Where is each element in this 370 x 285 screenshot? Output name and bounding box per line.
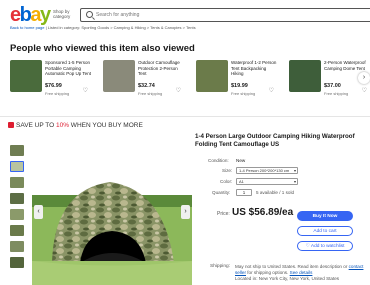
quantity-label: Quantity:	[212, 190, 231, 195]
gallery-thumbnail-selected[interactable]	[10, 161, 24, 172]
heart-icon[interactable]: ♡	[83, 87, 88, 94]
breadcrumb: Back to home page | Listed in category: …	[10, 25, 196, 30]
size-select[interactable]: 1-4 Person 200*200*130 cm	[236, 167, 298, 174]
gallery-thumbnail[interactable]	[10, 209, 24, 220]
tag-icon	[8, 122, 14, 128]
viewed-card-image[interactable]	[196, 60, 228, 92]
carousel-next-button[interactable]: ›	[358, 72, 370, 84]
add-to-cart-button[interactable]: Add to cart	[297, 226, 353, 236]
price-label: Price:	[217, 211, 230, 217]
item-location: Located in: New York City, New York, Uni…	[235, 276, 340, 281]
viewed-card-title[interactable]: Sponsored 1-5 Person Portable Camping Au…	[45, 60, 91, 77]
viewed-card-shipping: Free shipping	[138, 91, 163, 96]
viewed-card-price: $19.99	[231, 83, 248, 89]
tent-photo	[32, 180, 192, 285]
viewed-card-title[interactable]: Waterproof 1-2 Person Tent Backpacking H…	[231, 60, 277, 77]
search-bar[interactable]	[80, 8, 370, 22]
availability-text: 5 available / 1 sold	[256, 190, 295, 195]
viewed-card[interactable]: 2-Person Waterproof Camping Dome Tent $3…	[289, 58, 370, 110]
viewed-card-image[interactable]	[103, 60, 135, 92]
price-value: US $56.89/ea	[232, 207, 294, 218]
viewed-card-shipping: Free shipping	[231, 91, 256, 96]
gallery-thumbnails	[10, 145, 26, 273]
quantity-input[interactable]: 1	[236, 189, 252, 196]
gallery-thumbnail[interactable]	[10, 225, 24, 236]
back-to-home-link[interactable]: Back to home page	[10, 25, 44, 30]
viewed-card[interactable]: Outdoor Camouflage Protection 2-Person T…	[103, 58, 185, 110]
see-details-link[interactable]: See details	[290, 270, 313, 275]
viewed-card-price: $37.00	[324, 83, 341, 89]
ebay-logo[interactable]: ebay	[10, 4, 51, 26]
viewed-card-image[interactable]	[289, 60, 321, 92]
heart-icon[interactable]: ♡	[362, 87, 367, 94]
add-to-watchlist-button[interactable]: ♡ Add to watchlist	[297, 241, 353, 251]
gallery-thumbnail[interactable]	[10, 145, 24, 156]
also-viewed-carousel: Sponsored 1-5 Person Portable Camping Au…	[10, 58, 370, 110]
gallery-thumbnail[interactable]	[10, 257, 24, 268]
volume-discount-banner: SAVE UP TO 10% WHEN YOU BUY MORE	[8, 122, 143, 129]
also-viewed-title: People who viewed this item also viewed	[10, 43, 195, 54]
shipping-label: Shipping:	[210, 264, 231, 269]
gallery-thumbnail[interactable]	[10, 177, 24, 188]
shipping-info: May not ship to United States. Read item…	[235, 264, 367, 282]
viewed-card-image[interactable]	[10, 60, 42, 92]
viewed-card-price: $76.99	[45, 83, 62, 89]
search-icon	[86, 11, 93, 18]
viewed-card-title[interactable]: Outdoor Camouflage Protection 2-Person T…	[138, 60, 184, 77]
color-label: Color:	[220, 179, 233, 184]
shop-by-category-button[interactable]: Shop by category	[53, 9, 73, 19]
product-title: 1-4 Person Large Outdoor Camping Hiking …	[195, 133, 355, 148]
buy-it-now-button[interactable]: Buy It Now	[297, 211, 353, 221]
gallery-thumbnail[interactable]	[10, 241, 24, 252]
size-label: Size:	[222, 168, 233, 173]
condition-value: New	[236, 158, 246, 163]
gallery-prev-button[interactable]: ‹	[34, 205, 43, 219]
viewed-card[interactable]: Waterproof 1-2 Person Tent Backpacking H…	[196, 58, 278, 110]
color-select[interactable]: A1	[236, 178, 298, 185]
heart-icon[interactable]: ♡	[269, 87, 274, 94]
viewed-card-shipping: Free shipping	[45, 91, 70, 96]
search-input[interactable]	[96, 11, 296, 19]
viewed-card-price: $32.74	[138, 83, 155, 89]
condition-label: Condition:	[208, 158, 229, 163]
heart-icon[interactable]: ♡	[176, 87, 181, 94]
main-product-image[interactable]: ‹ ›	[32, 135, 192, 285]
header: ebay Shop by category Back to home page …	[0, 0, 370, 30]
section-divider	[0, 116, 370, 117]
gallery-next-button[interactable]: ›	[181, 205, 190, 219]
gallery-thumbnail[interactable]	[10, 193, 24, 204]
viewed-card[interactable]: Sponsored 1-5 Person Portable Camping Au…	[10, 58, 92, 110]
viewed-card-shipping: Free shipping	[324, 91, 349, 96]
viewed-card-title[interactable]: 2-Person Waterproof Camping Dome Tent	[324, 60, 370, 71]
breadcrumb-trail[interactable]: | Listed in category: Sporting Goods > C…	[46, 25, 196, 30]
